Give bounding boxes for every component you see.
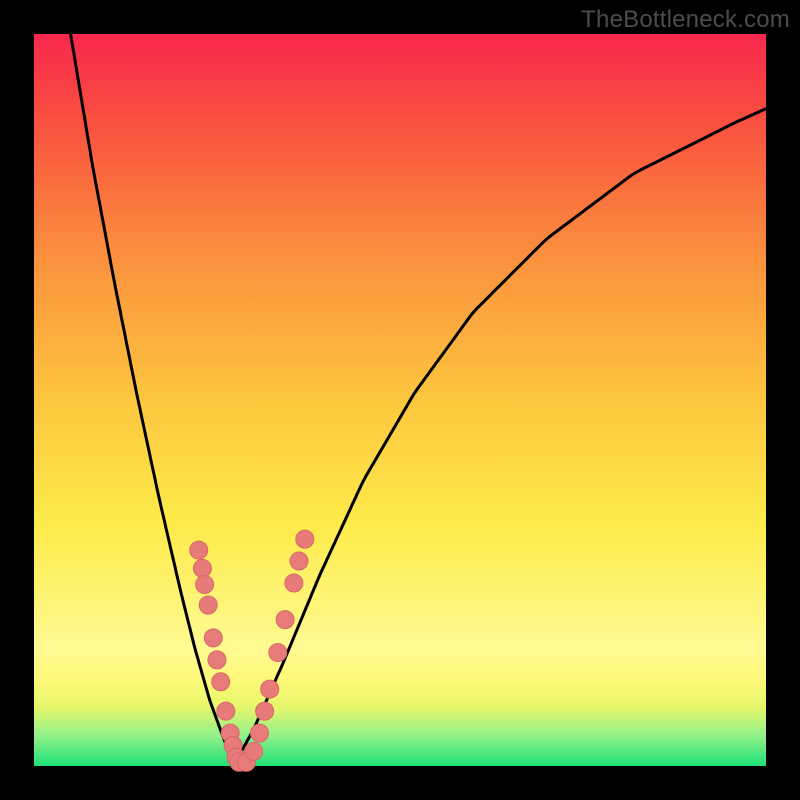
- marker-dot: [212, 673, 230, 691]
- curve-markers: [190, 530, 314, 771]
- marker-dot: [208, 651, 226, 669]
- bottleneck-curve: [71, 34, 766, 762]
- marker-dot: [296, 530, 314, 548]
- marker-dot: [193, 559, 211, 577]
- marker-dot: [199, 596, 217, 614]
- marker-dot: [269, 644, 287, 662]
- marker-dot: [196, 576, 214, 594]
- marker-dot: [245, 742, 263, 760]
- marker-dot: [217, 702, 235, 720]
- marker-dot: [290, 552, 308, 570]
- marker-dot: [256, 702, 274, 720]
- watermark-text: TheBottleneck.com: [581, 6, 790, 34]
- plot-area: [34, 34, 766, 766]
- curve-layer: [34, 34, 766, 766]
- chart-frame: TheBottleneck.com: [0, 0, 800, 800]
- marker-dot: [261, 680, 279, 698]
- marker-dot: [285, 574, 303, 592]
- curve-right-branch: [235, 109, 766, 763]
- marker-dot: [251, 724, 269, 742]
- marker-dot: [204, 629, 222, 647]
- marker-dot: [190, 541, 208, 559]
- marker-dot: [276, 611, 294, 629]
